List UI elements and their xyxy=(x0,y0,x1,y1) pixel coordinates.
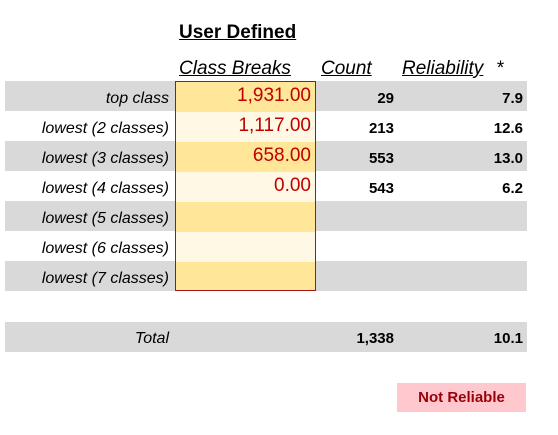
total-label: Total xyxy=(134,330,169,347)
class-break-value[interactable] xyxy=(176,231,311,261)
count-value xyxy=(320,264,394,294)
count-value xyxy=(320,234,394,264)
reliability-footnote-mark: * xyxy=(496,58,504,79)
reliability-value: 12.6 xyxy=(493,120,523,137)
reliability-value xyxy=(420,234,523,264)
row-label: top class xyxy=(105,90,169,107)
total-count: 1,338 xyxy=(356,330,394,347)
count-value xyxy=(320,204,394,234)
row-label: lowest (5 classes) xyxy=(41,210,169,227)
reliability-status-badge: Not Reliable xyxy=(397,383,526,412)
count-value: 213 xyxy=(368,120,394,137)
reliability-value: 6.2 xyxy=(502,180,523,197)
row-label: lowest (4 classes) xyxy=(41,180,169,197)
reliability-value xyxy=(420,204,523,234)
total-reliability: 10.1 xyxy=(493,330,523,347)
row-label: lowest (3 classes) xyxy=(41,150,169,167)
section-title: User Defined xyxy=(179,22,297,43)
class-break-value[interactable]: 1,117.00 xyxy=(176,111,311,141)
count-value: 29 xyxy=(377,90,394,107)
reliability-value xyxy=(420,264,523,294)
class-break-value[interactable] xyxy=(176,261,311,291)
column-header-class-breaks: Class Breaks xyxy=(179,58,291,79)
reliability-value: 7.9 xyxy=(502,90,523,107)
row-label: lowest (2 classes) xyxy=(41,120,169,137)
column-header-count: Count xyxy=(321,58,372,79)
class-break-value[interactable]: 658.00 xyxy=(176,141,311,171)
class-break-value[interactable] xyxy=(176,201,311,231)
count-value: 553 xyxy=(368,150,394,167)
class-break-value[interactable]: 1,931.00 xyxy=(176,81,311,111)
row-label: lowest (7 classes) xyxy=(41,270,169,287)
row-label: lowest (6 classes) xyxy=(41,240,169,257)
count-value: 543 xyxy=(368,180,394,197)
column-header-reliability: Reliability xyxy=(402,58,484,79)
class-break-value[interactable]: 0.00 xyxy=(176,171,311,201)
reliability-value: 13.0 xyxy=(493,150,523,167)
